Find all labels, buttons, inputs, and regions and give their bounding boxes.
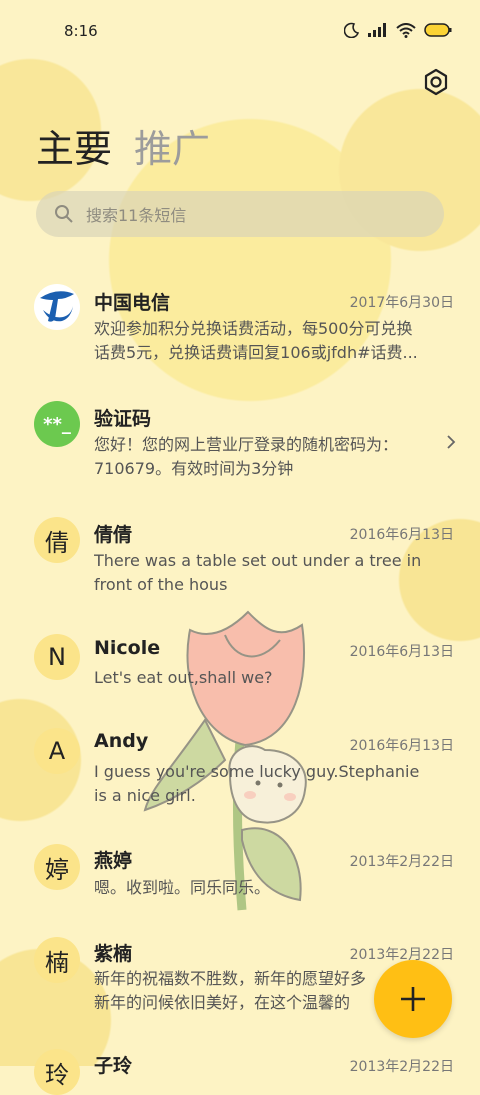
preview-line: 新年的问候依旧美好，在这个温馨的 [94,993,351,1012]
contact-name: Nicole [94,637,161,659]
contact-name: Andy [94,730,149,752]
preview-line: 710679。有效时间为3分钟 [94,459,294,478]
message-date: 2017年6月30日 [349,295,454,311]
message-date: 2016年6月13日 [349,527,454,543]
preview-line: 话费5元，兑换话费请回复106或jfdh#话费... [94,343,418,362]
message-date: 2016年6月13日 [349,644,454,660]
message-preview: 您好！您的网上营业厅登录的随机密码为： 710679。有效时间为3分钟 [94,433,434,481]
message-preview: There was a table set out under a tree i… [94,549,450,597]
conversation-item[interactable]: 婷 燕婷 2013年2月22日 嗯。收到啦。同乐同乐。 [0,843,480,913]
preview-line: 新年的祝福数不胜数，新年的愿望好多 [94,969,367,988]
conversation-item[interactable]: 玲 子玲 2013年2月22日 [0,1048,480,1095]
new-message-button[interactable] [374,960,452,1038]
moon-icon [344,22,360,38]
message-date: 2013年2月22日 [349,1059,454,1075]
wifi-icon [396,22,416,38]
conversation-item[interactable]: **_ 验证码 您好！您的网上营业厅登录的随机密码为： 710679。有效时间为… [0,400,480,490]
message-preview: I guess you're some lucky guy.Stephanie … [94,760,450,808]
contact-avatar: 倩 [34,517,80,563]
plus-icon [401,987,425,1011]
contact-name: 燕婷 [94,850,133,872]
contact-avatar: 楠 [34,937,80,983]
signal-icon [368,23,386,37]
status-time: 8:16 [64,22,98,40]
contact-name: 验证码 [94,408,152,430]
preview-line: Let's eat out,shall we? [94,668,273,687]
contact-avatar: 婷 [34,844,80,890]
message-preview: 嗯。收到啦。同乐同乐。 [94,876,450,900]
contact-name: 中国电信 [94,292,171,314]
gear-icon [424,68,448,96]
preview-line: 您好！您的网上营业厅登录的随机密码为： [94,435,399,454]
telecom-logo-icon [34,284,80,330]
verification-avatar: **_ [34,401,80,447]
conversation-item[interactable]: 中国电信 2017年6月30日 欢迎参加积分兑换话费活动，每500分可兑换 话费… [0,284,480,384]
search-input[interactable]: 搜索11条短信 [86,202,186,226]
tab-main[interactable]: 主要 [36,118,112,173]
contact-avatar: A [34,728,80,774]
preview-line: 嗯。收到啦。同乐同乐。 [94,878,271,897]
contact-avatar: N [34,634,80,680]
search-icon [55,205,73,223]
preview-line: I guess you're some lucky guy.Stephanie [94,762,420,781]
conversation-item[interactable]: N Nicole 2016年6月13日 Let's eat out,shall … [0,633,480,703]
search-bar[interactable]: 搜索11条短信 [36,191,444,237]
conversation-item[interactable]: A Andy 2016年6月13日 I guess you're some lu… [0,727,480,817]
message-date: 2016年6月13日 [349,738,454,754]
message-date: 2013年2月22日 [349,854,454,870]
message-preview: Let's eat out,shall we? [94,666,450,690]
preview-line: is a nice girl. [94,786,196,805]
status-bar: 8:16 [0,0,480,60]
message-preview: 欢迎参加积分兑换话费活动，每500分可兑换 话费5元，兑换话费请回复106或jf… [94,317,450,365]
tab-promotions[interactable]: 推广 [134,118,210,173]
contact-name: 紫楠 [94,943,133,965]
message-tabs: 主要 推广 [36,118,210,173]
preview-line: 欢迎参加积分兑换话费活动，每500分可兑换 [94,319,413,338]
chevron-right-icon[interactable] [446,434,456,450]
preview-line: front of the hous [94,575,228,594]
conversation-item[interactable]: 倩 倩倩 2016年6月13日 There was a table set ou… [0,516,480,606]
preview-line: There was a table set out under a tree i… [94,551,422,570]
settings-button[interactable] [422,68,450,100]
battery-icon [424,23,452,37]
contact-name: 倩倩 [94,524,133,546]
contact-name: 子玲 [94,1055,133,1077]
contact-avatar: 玲 [34,1049,80,1095]
message-preview: 新年的祝福数不胜数，新年的愿望好多 新年的问候依旧美好，在这个温馨的 [94,967,384,1015]
